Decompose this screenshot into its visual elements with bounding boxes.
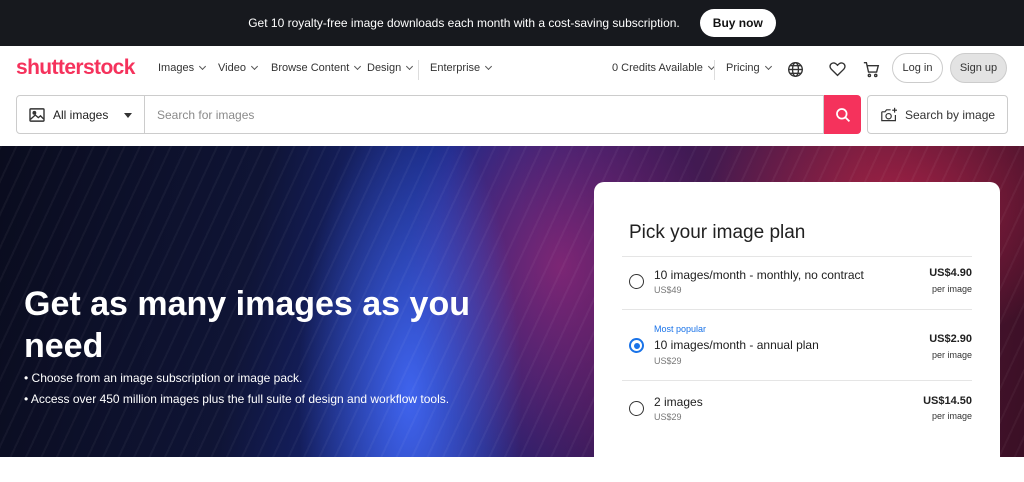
plan-name: 2 images: [654, 395, 703, 409]
plan-divider: [622, 380, 972, 381]
credits-label: 0 Credits Available: [612, 62, 703, 74]
plan-per-image: per image: [931, 411, 972, 421]
nav-video-label: Video: [218, 62, 246, 74]
search-bar: All images Search by image: [16, 95, 1008, 134]
globe-icon[interactable]: [784, 58, 806, 80]
nav-images-label: Images: [158, 62, 195, 74]
chevron-down-icon: [354, 62, 362, 71]
hero-title: Get as many images as you need: [24, 285, 470, 365]
nav-browse-content[interactable]: Browse Content: [271, 62, 362, 74]
cart-icon[interactable]: [860, 58, 882, 80]
plan-price: US$14.50: [923, 395, 972, 407]
nav-divider: [714, 60, 715, 80]
pricing-label: Pricing: [726, 62, 760, 74]
login-button[interactable]: Log in: [892, 53, 943, 83]
nav-browse-content-label: Browse Content: [271, 62, 350, 74]
chevron-down-icon: [250, 62, 258, 71]
promo-bar: Get 10 royalty-free image downloads each…: [0, 0, 1024, 46]
nav-design[interactable]: Design: [367, 62, 414, 74]
nav-enterprise-label: Enterprise: [430, 62, 481, 74]
plan-price: US$2.90: [929, 333, 972, 345]
chevron-down-icon: [199, 62, 207, 71]
plan-per-image: per image: [931, 284, 972, 294]
plan-subprice: US$49: [654, 285, 682, 295]
promo-text: Get 10 royalty-free image downloads each…: [248, 16, 680, 30]
plan-name: 10 images/month - monthly, no contract: [654, 268, 864, 282]
plan-divider: [622, 309, 972, 310]
plan-name: 10 images/month - annual plan: [654, 338, 819, 352]
media-type-label: All images: [53, 107, 109, 122]
shutterstock-logo[interactable]: shutterstock: [16, 56, 135, 80]
search-icon: [835, 107, 850, 122]
media-type-select[interactable]: All images: [16, 95, 145, 134]
plan-divider: [622, 256, 972, 257]
plan-radio[interactable]: [629, 401, 644, 416]
hero-bullet: • Access over 450 million images plus th…: [24, 392, 450, 406]
plan-radio[interactable]: [629, 338, 644, 353]
caret-down-icon: [124, 113, 132, 118]
most-popular-badge: Most popular: [654, 324, 707, 334]
buy-now-button[interactable]: Buy now: [699, 9, 776, 37]
hero-bullet: • Choose from an image subscription or i…: [24, 371, 303, 385]
search-button[interactable]: [824, 95, 861, 134]
plan-per-image: per image: [931, 350, 972, 360]
pricing-menu[interactable]: Pricing: [726, 62, 772, 74]
credits-menu[interactable]: 0 Credits Available: [612, 62, 715, 74]
camera-plus-icon: [881, 107, 897, 121]
plan-option-monthly[interactable]: 10 images/month - monthly, no contract U…: [622, 262, 972, 322]
chevron-down-icon: [485, 62, 493, 71]
main-nav: shutterstock Images Video Browse Content…: [0, 46, 1024, 92]
plan-subprice: US$29: [654, 412, 682, 422]
signup-button[interactable]: Sign up: [950, 53, 1007, 83]
search-input[interactable]: [145, 95, 824, 134]
nav-video[interactable]: Video: [218, 62, 258, 74]
plan-option-2-images[interactable]: 2 images US$29 US$14.50 per image: [622, 389, 972, 449]
plan-option-annual[interactable]: Most popular 10 images/month - annual pl…: [622, 319, 972, 379]
chevron-down-icon: [764, 62, 772, 71]
chevron-down-icon: [406, 62, 414, 71]
search-by-image-button[interactable]: Search by image: [867, 95, 1008, 134]
nav-design-label: Design: [367, 62, 402, 74]
plan-radio[interactable]: [629, 274, 644, 289]
search-by-image-label: Search by image: [905, 107, 996, 122]
heart-icon[interactable]: [826, 58, 848, 80]
plan-price: US$4.90: [929, 267, 972, 279]
plan-card: Pick your image plan 10 images/month - m…: [594, 182, 1000, 482]
nav-enterprise[interactable]: Enterprise: [430, 62, 493, 74]
plan-card-title: Pick your image plan: [629, 222, 806, 243]
nav-images[interactable]: Images: [158, 62, 207, 74]
plan-subprice: US$29: [654, 356, 682, 366]
nav-divider: [418, 60, 419, 80]
image-icon: [29, 107, 45, 122]
